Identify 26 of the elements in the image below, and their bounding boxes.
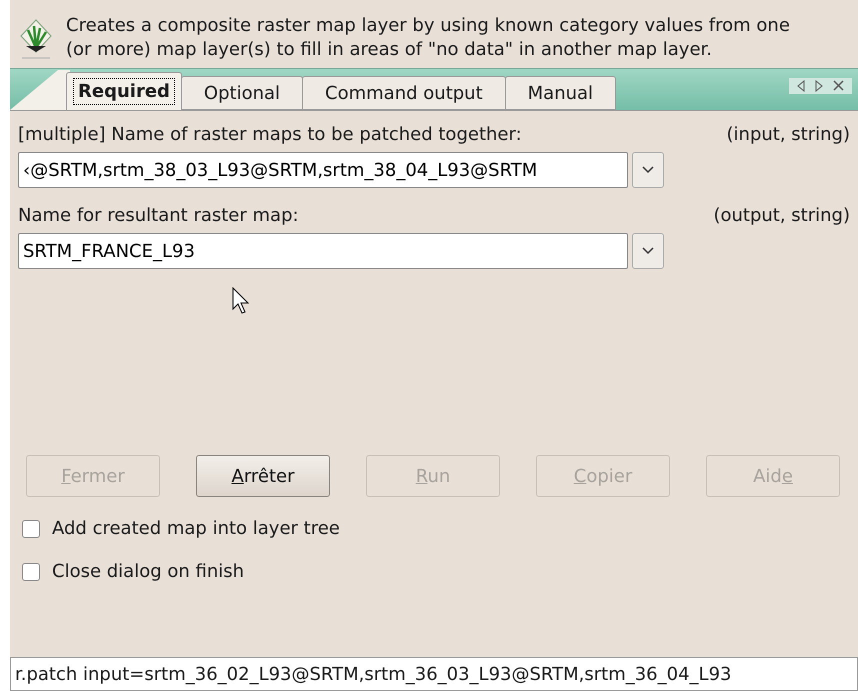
input-field[interactable]: SRTM_FRANCE_L93: [18, 233, 628, 269]
checkbox-label: Close dialog on finish: [52, 560, 244, 584]
tab-bar-corner: [10, 70, 70, 110]
module-description: Creates a composite raster map layer by using known category values from one (or more) map layer(s) to fill in areas of "no data" in another map layer.: [66, 14, 791, 62]
mouse-cursor-icon: [232, 287, 252, 315]
action-button[interactable]: Arrêter: [196, 455, 330, 497]
command-preview: r.patch input=srtm_36_02_L93@SRTM,srtm_36_03_L93@SRTM,srtm_36_04_L93: [15, 662, 732, 686]
dropdown-button[interactable]: [632, 233, 664, 269]
scroll-right-icon[interactable]: [815, 80, 823, 92]
checkbox[interactable]: [22, 562, 40, 580]
input-field[interactable]: ‹@SRTM,srtm_38_03_L93@SRTM,srtm_38_04_L93@SRTM: [18, 152, 628, 188]
field-type-hint: (output, string): [713, 204, 850, 228]
tab[interactable]: Command output: [302, 76, 506, 110]
scroll-left-icon[interactable]: [797, 80, 805, 92]
checkbox-label: Add created map into layer tree: [52, 517, 340, 541]
field-label: [multiple] Name of raster maps to be patched together:: [18, 123, 522, 147]
close-icon[interactable]: [833, 80, 844, 91]
tab[interactable]: Required: [66, 72, 182, 110]
tab[interactable]: Optional: [180, 76, 304, 110]
field-type-hint: (input, string): [726, 123, 850, 147]
dropdown-button[interactable]: [632, 152, 664, 188]
field-label: Name for resultant raster map:: [18, 204, 299, 228]
tab[interactable]: Manual: [504, 76, 616, 110]
checkbox[interactable]: [22, 520, 40, 538]
chevron-down-icon: [642, 247, 654, 255]
chevron-down-icon: [642, 166, 654, 174]
